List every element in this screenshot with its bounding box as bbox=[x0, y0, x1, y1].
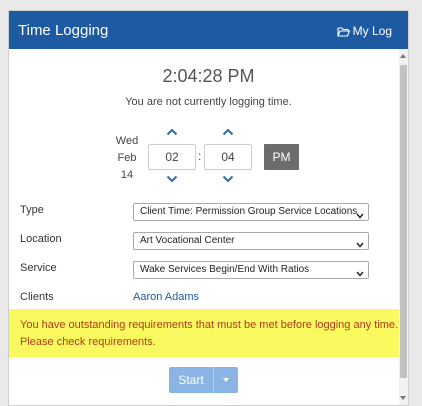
hour-input[interactable]: 02 bbox=[148, 144, 196, 170]
warning-line-2: Please check requirements. bbox=[20, 336, 156, 348]
time-separator: : bbox=[198, 149, 202, 163]
time-logging-panel: Time Logging My Log 2:04:28 PM You are n… bbox=[8, 10, 409, 406]
logging-status: You are not currently logging time. bbox=[125, 96, 292, 108]
location-select[interactable]: Art Vocational Center bbox=[133, 232, 369, 250]
service-label: Service bbox=[20, 262, 57, 274]
minute-input[interactable]: 04 bbox=[204, 144, 252, 170]
date-month: Feb bbox=[117, 152, 137, 164]
client-name-link[interactable]: Aaron Adams bbox=[133, 291, 199, 303]
location-select-value: Art Vocational Center bbox=[140, 235, 235, 246]
start-options-dropdown[interactable] bbox=[213, 367, 238, 393]
service-select[interactable]: Wake Services Begin/End With Ratios bbox=[133, 261, 369, 279]
type-select[interactable]: Client Time: Permission Group Service Lo… bbox=[133, 203, 369, 221]
type-label: Type bbox=[20, 204, 44, 216]
date-display: Wed Feb 14 bbox=[107, 133, 147, 184]
ampm-toggle-button[interactable]: PM bbox=[264, 144, 299, 170]
my-log-label: My Log bbox=[352, 24, 392, 38]
requirements-warning: You have outstanding requirements that m… bbox=[9, 309, 399, 357]
chevron-down-icon bbox=[356, 267, 364, 277]
minute-up-chevron-icon[interactable] bbox=[222, 128, 234, 136]
start-button-group: Start bbox=[169, 367, 238, 393]
panel-header: Time Logging My Log bbox=[9, 11, 408, 49]
chevron-down-icon bbox=[356, 209, 364, 219]
minute-down-chevron-icon[interactable] bbox=[222, 175, 234, 183]
hour-down-chevron-icon[interactable] bbox=[166, 175, 178, 183]
service-select-value: Wake Services Begin/End With Ratios bbox=[140, 264, 310, 275]
warning-line-1: You have outstanding requirements that m… bbox=[20, 319, 399, 331]
date-day: 14 bbox=[120, 169, 134, 181]
location-label: Location bbox=[20, 233, 62, 245]
vertical-scrollbar[interactable] bbox=[399, 49, 408, 405]
start-button[interactable]: Start bbox=[169, 367, 213, 393]
my-log-link[interactable]: My Log bbox=[337, 24, 392, 38]
folder-open-icon bbox=[337, 26, 350, 37]
scrollbar-thumb[interactable] bbox=[400, 65, 407, 378]
chevron-down-icon bbox=[356, 238, 364, 248]
current-time: 2:04:28 PM bbox=[162, 66, 255, 86]
type-select-value: Client Time: Permission Group Service Lo… bbox=[140, 206, 358, 217]
panel-title: Time Logging bbox=[18, 22, 109, 39]
scroll-down-arrow-icon[interactable] bbox=[400, 396, 406, 400]
date-weekday: Wed bbox=[115, 135, 139, 147]
caret-down-icon bbox=[223, 378, 229, 382]
clients-label: Clients bbox=[20, 291, 54, 303]
scroll-up-arrow-icon[interactable] bbox=[400, 54, 406, 58]
hour-up-chevron-icon[interactable] bbox=[166, 128, 178, 136]
